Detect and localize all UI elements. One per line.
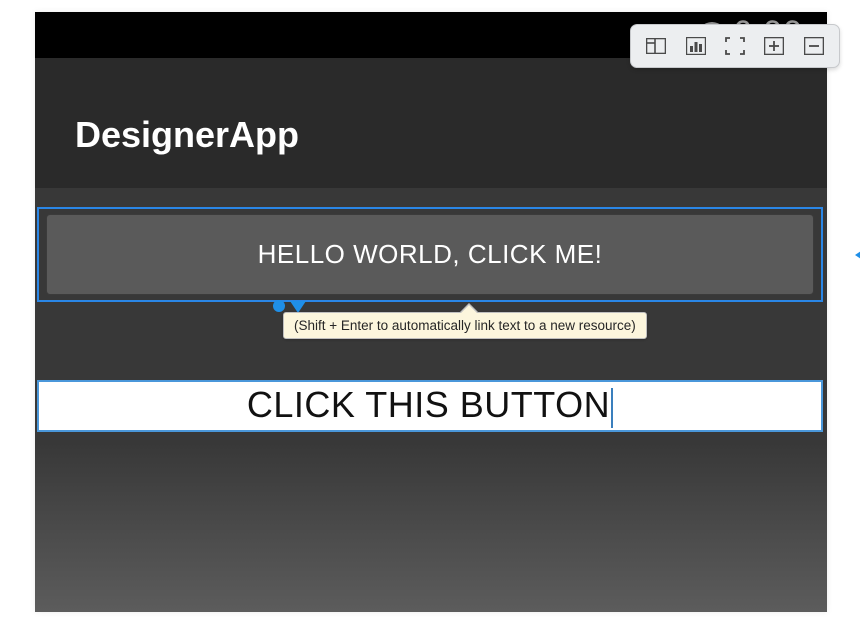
button-text-input[interactable]: CLICK THIS BUTTON bbox=[39, 382, 821, 430]
hint-tooltip-text: (Shift + Enter to automatically link tex… bbox=[294, 318, 636, 333]
minimize-button[interactable] bbox=[800, 32, 828, 60]
fullscreen-icon bbox=[725, 37, 745, 55]
app-bar: DesignerApp bbox=[35, 58, 827, 188]
resize-handle-right-icon[interactable] bbox=[855, 247, 860, 263]
selection-frame-textfield[interactable]: CLICK THIS BUTTON bbox=[37, 380, 823, 432]
selection-frame-button[interactable]: HELLO WORLD, CLICK ME! bbox=[37, 207, 823, 302]
bar-chart-button[interactable] bbox=[682, 32, 710, 60]
add-panel-button[interactable] bbox=[760, 32, 788, 60]
resize-handle-icon[interactable] bbox=[273, 300, 285, 312]
hint-tooltip: (Shift + Enter to automatically link tex… bbox=[283, 312, 647, 339]
device-frame: 6:00 DesignerApp HELLO WORLD, CLICK ME! … bbox=[35, 12, 827, 612]
hello-world-button-label: HELLO WORLD, CLICK ME! bbox=[258, 239, 603, 270]
fullscreen-button[interactable] bbox=[721, 32, 749, 60]
layout-split-button[interactable] bbox=[642, 32, 670, 60]
bar-chart-icon bbox=[686, 37, 706, 55]
text-caret-icon bbox=[611, 388, 613, 428]
add-panel-icon bbox=[764, 37, 784, 55]
floating-toolbar[interactable] bbox=[630, 24, 840, 68]
hello-world-button[interactable]: HELLO WORLD, CLICK ME! bbox=[46, 214, 814, 295]
minimize-icon bbox=[804, 37, 824, 55]
button-text-value: CLICK THIS BUTTON bbox=[247, 384, 610, 425]
layout-split-icon bbox=[646, 38, 666, 54]
app-title: DesignerApp bbox=[75, 114, 299, 156]
